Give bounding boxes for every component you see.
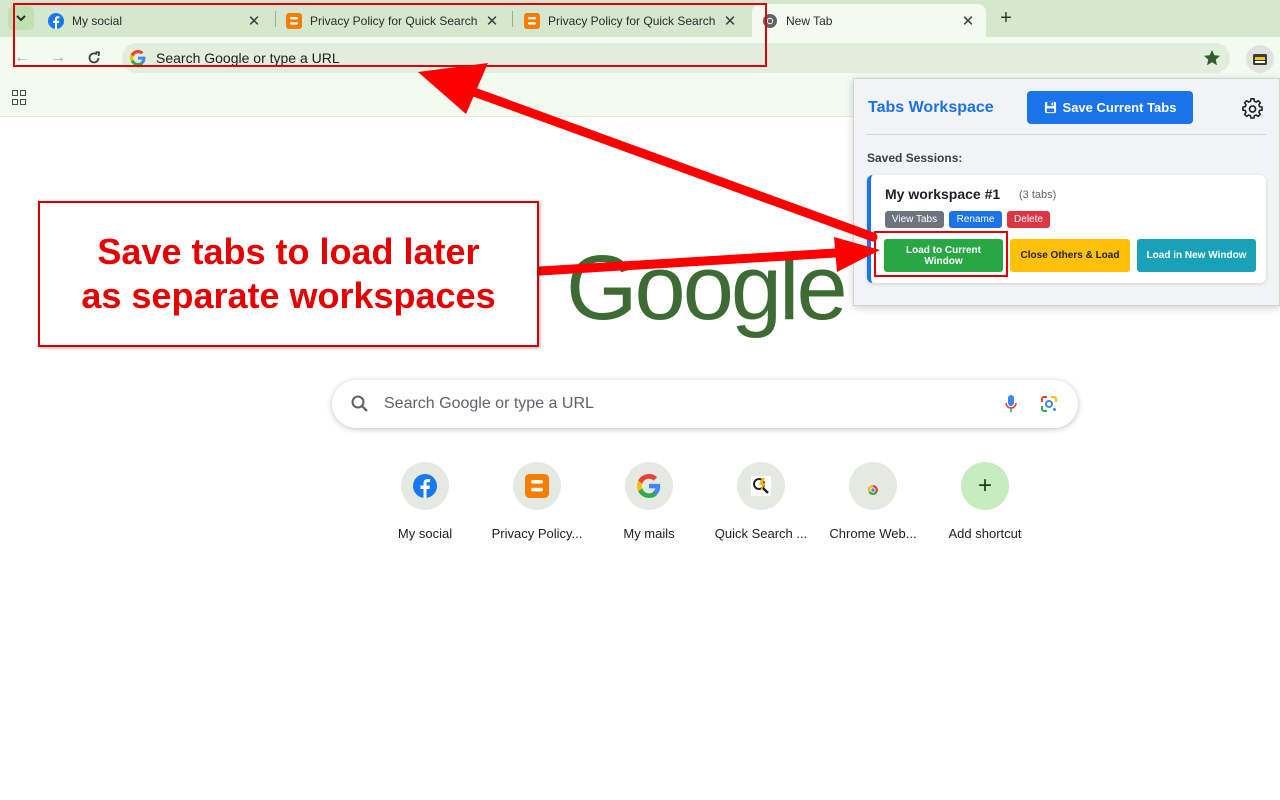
google-lens-icon[interactable] bbox=[1039, 394, 1059, 414]
shortcut-label: My mails bbox=[623, 526, 675, 541]
shortcut-add[interactable]: + Add shortcut bbox=[935, 462, 1035, 541]
shortcut-label: Quick Search ... bbox=[714, 526, 808, 541]
ntp-search-placeholder: Search Google or type a URL bbox=[384, 395, 594, 412]
bookmark-star-icon[interactable] bbox=[1202, 48, 1222, 68]
tab-close-icon[interactable]: ✕ bbox=[960, 13, 976, 30]
shortcut-my-mails[interactable]: My mails bbox=[599, 462, 699, 541]
save-button-label: Save Current Tabs bbox=[1062, 100, 1177, 115]
ntp-search-box[interactable]: Search Google or type a URL bbox=[332, 380, 1078, 428]
google-icon bbox=[637, 474, 661, 498]
tabs-workspace-extension-button[interactable] bbox=[1246, 45, 1274, 73]
shortcut-privacy-policy[interactable]: Privacy Policy... bbox=[487, 462, 587, 541]
extension-icon bbox=[1253, 54, 1267, 65]
shortcut-quick-search[interactable]: Quick Search ... bbox=[711, 462, 811, 541]
shortcut-tile bbox=[737, 462, 785, 510]
floppy-disk-icon bbox=[1044, 101, 1056, 114]
shortcut-label: My social bbox=[397, 526, 453, 541]
new-tab-plus-icon[interactable]: + bbox=[994, 6, 1018, 30]
shortcut-label: Chrome Web... bbox=[829, 526, 917, 541]
callout-text: Save tabs to load later as separate work… bbox=[81, 231, 496, 316]
tabs-highlight-box bbox=[13, 3, 767, 67]
close-others-and-load-button[interactable]: Close Others & Load bbox=[1010, 239, 1130, 272]
shortcut-my-social[interactable]: My social bbox=[375, 462, 475, 541]
blogger-icon bbox=[525, 474, 549, 498]
search-icon bbox=[351, 395, 368, 412]
tab-title: New Tab bbox=[786, 13, 833, 28]
shortcut-tile bbox=[513, 462, 561, 510]
shortcut-tile bbox=[625, 462, 673, 510]
session-tab-count: (3 tabs) bbox=[1019, 189, 1057, 201]
shortcuts-grid: My social Privacy Policy... My mails Qui… bbox=[0, 462, 1280, 552]
plus-icon: + bbox=[961, 462, 1009, 510]
shortcut-chrome-web-store[interactable]: Chrome Web... bbox=[823, 462, 923, 541]
delete-button[interactable]: Delete bbox=[1007, 211, 1050, 228]
microphone-icon[interactable] bbox=[1004, 394, 1018, 414]
shortcut-label: Privacy Policy... bbox=[491, 526, 583, 541]
save-current-tabs-button[interactable]: Save Current Tabs bbox=[1027, 91, 1193, 124]
tab-new-tab[interactable]: New Tab ✕ bbox=[752, 4, 986, 37]
load-button-highlight-box bbox=[874, 231, 1008, 277]
apps-grid-icon[interactable] bbox=[12, 90, 28, 106]
shortcut-label: Add shortcut bbox=[948, 526, 1022, 541]
popup-divider bbox=[866, 134, 1266, 135]
chrome-web-store-icon bbox=[865, 484, 881, 495]
facebook-icon bbox=[413, 474, 437, 498]
rename-button[interactable]: Rename bbox=[949, 211, 1002, 228]
gear-icon[interactable] bbox=[1242, 98, 1264, 120]
shortcut-tile bbox=[849, 462, 897, 510]
session-name: My workspace #1 bbox=[885, 186, 1001, 202]
annotation-callout: Save tabs to load later as separate work… bbox=[38, 201, 539, 347]
popup-title: Tabs Workspace bbox=[868, 99, 994, 116]
view-tabs-button[interactable]: View Tabs bbox=[885, 211, 944, 228]
quick-search-icon bbox=[751, 476, 771, 496]
google-logo: Google bbox=[566, 237, 848, 339]
shortcut-tile bbox=[401, 462, 449, 510]
saved-sessions-heading: Saved Sessions: bbox=[867, 151, 963, 165]
load-in-new-window-button[interactable]: Load in New Window bbox=[1137, 239, 1256, 272]
